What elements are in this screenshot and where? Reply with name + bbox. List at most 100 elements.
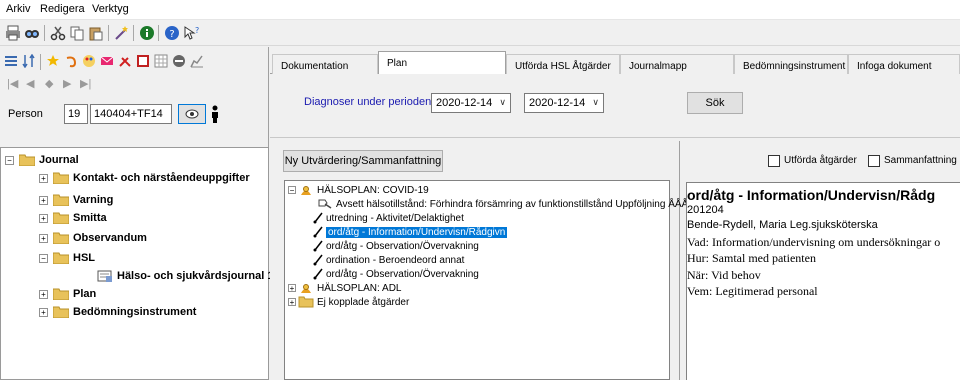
prev-record-icon[interactable]: ◀ [26, 77, 34, 90]
plan-node-adl[interactable]: + HÄLSOPLAN: ADL [288, 281, 401, 295]
tree-label: Varning [73, 194, 114, 206]
detail-how: Hur: Samtal med patienten [687, 251, 816, 265]
tree-label: Journal [39, 154, 79, 166]
mail-icon[interactable] [100, 54, 114, 68]
tab-bedomningsinstrument[interactable]: Bedömningsinstrument [734, 54, 848, 74]
tree-label: Observandum [73, 232, 147, 244]
collapse-icon[interactable]: − [39, 253, 48, 263]
print-icon[interactable] [5, 25, 21, 41]
collapse-icon[interactable]: − [288, 186, 296, 195]
chart-icon[interactable] [190, 54, 204, 68]
chevron-down-icon: ∨ [592, 97, 599, 107]
svg-text:?: ? [169, 29, 174, 40]
tree-label: Bedömningsinstrument [73, 306, 197, 318]
palette-icon[interactable] [82, 54, 96, 68]
detail-date: 201204 [687, 204, 724, 216]
divider [270, 137, 960, 138]
tree-node-observandum[interactable]: + Observandum [39, 230, 147, 246]
pen-icon [313, 212, 323, 224]
expand-icon[interactable]: + [39, 307, 48, 317]
info-icon[interactable] [139, 25, 155, 41]
pen-icon [313, 226, 323, 238]
tools-icon[interactable] [118, 54, 132, 68]
plan-action-3[interactable]: ord/åtg - Observation/Övervakning [313, 239, 479, 253]
tree-node-infection[interactable]: + Smitta [39, 210, 107, 226]
paste-icon[interactable] [88, 25, 104, 41]
plan-label: HÄLSOPLAN: ADL [317, 282, 402, 294]
date-to-select[interactable]: 2020-12-14 ∨ [524, 93, 604, 113]
folder-icon [53, 306, 69, 318]
copy-icon[interactable] [69, 25, 85, 41]
tab-utforda-hsl[interactable]: Utförda HSL Åtgärder [506, 54, 620, 74]
star-icon[interactable] [46, 54, 60, 68]
person-lookup-button[interactable] [178, 104, 206, 124]
plan-node-unlinked[interactable]: + Ej kopplade åtgärder [288, 295, 409, 309]
folder-icon [53, 252, 69, 264]
grid-icon[interactable] [154, 54, 168, 68]
expand-icon[interactable]: + [39, 213, 48, 223]
person-number-field[interactable]: 19 [64, 104, 88, 124]
first-record-icon[interactable]: |◀ [7, 77, 18, 90]
list-icon[interactable] [4, 54, 18, 68]
tree-node-warning[interactable]: + Varning [39, 192, 113, 208]
undo-icon[interactable] [64, 54, 78, 68]
action-label: ord/åtg - Observation/Övervakning [326, 268, 479, 280]
plan-action-5[interactable]: ord/åtg - Observation/Övervakning [313, 267, 479, 281]
summary-checkbox[interactable] [868, 155, 880, 167]
tab-dokumentation[interactable]: Dokumentation [272, 54, 378, 74]
expand-icon[interactable]: + [288, 284, 296, 293]
detail-when: När: Vid behov [687, 268, 761, 282]
toolbar-separator [44, 25, 45, 41]
person-icon [212, 105, 218, 123]
plan-node-covid[interactable]: − HÄLSOPLAN: COVID-19 [288, 183, 429, 197]
pen-icon [313, 268, 323, 280]
search-button[interactable]: Sök [687, 92, 743, 114]
tree-node-contacts[interactable]: + Kontakt- och närståendeuppgifter [39, 170, 250, 186]
form-icon[interactable] [136, 54, 150, 68]
plan-action-4[interactable]: ordination - Beroendeord annat [313, 253, 464, 267]
tree-node-journal[interactable]: − Journal [5, 152, 79, 168]
detail-what: Vad: Information/undervisning om undersö… [687, 235, 941, 249]
plan-goal[interactable]: Avsett hälsotillstånd: Förhindra försämr… [317, 197, 691, 211]
tab-journalmapp[interactable]: Journalmapp [620, 54, 734, 74]
sort-icon[interactable] [22, 54, 36, 68]
find-icon[interactable] [24, 25, 40, 41]
plan-action-1[interactable]: utredning - Aktivitet/Delaktighet [313, 211, 464, 225]
goal-label: Avsett hälsotillstånd: Förhindra försämr… [336, 198, 691, 210]
whats-this-icon[interactable]: ? [183, 25, 199, 41]
plan-action-2[interactable]: ord/åtg - Information/Undervisn/Rådgivn [313, 225, 508, 239]
separator [40, 54, 41, 70]
tree-node-assessment[interactable]: + Bedömningsinstrument [39, 304, 196, 320]
document-icon [97, 270, 112, 282]
next-record-icon[interactable]: ▶ [63, 77, 71, 90]
cut-icon[interactable] [50, 25, 66, 41]
collapse-icon[interactable]: − [5, 155, 14, 165]
last-record-icon[interactable]: ▶| [80, 77, 91, 90]
goal-icon [318, 199, 332, 209]
tab-infoga-dokument[interactable]: Infoga dokument [848, 54, 960, 74]
toolbar: ? ? [0, 20, 960, 46]
person-id-field[interactable]: 140404+TF14 [90, 104, 172, 124]
expand-icon[interactable]: + [39, 195, 48, 205]
tree-node-plan[interactable]: + Plan [39, 286, 96, 302]
expand-icon[interactable]: + [288, 298, 296, 307]
menu-redigera[interactable]: Redigera [40, 3, 85, 15]
done-actions-checkbox[interactable] [768, 155, 780, 167]
folder-icon [19, 154, 35, 166]
expand-icon[interactable]: + [39, 289, 48, 299]
expand-icon[interactable]: + [39, 173, 48, 183]
wand-icon[interactable] [114, 25, 130, 41]
tree-label: Plan [73, 288, 97, 300]
date-from-select[interactable]: 2020-12-14 ∨ [431, 93, 511, 113]
block-icon[interactable] [172, 54, 186, 68]
detail-author: Bende-Rydell, Maria Leg.sjuksköterska [687, 219, 878, 231]
help-icon[interactable]: ? [164, 25, 180, 41]
tree-label: Kontakt- och närståendeuppgifter [73, 172, 250, 184]
menu-arkiv[interactable]: Arkiv [6, 3, 30, 15]
menu-verktyg[interactable]: Verktyg [92, 3, 129, 15]
expand-icon[interactable]: + [39, 233, 48, 243]
left-top-panel: |◀ ◀ ◆ ▶ ▶| Person 19 140404+TF14 [0, 47, 269, 147]
action-label: ordination - Beroendeord annat [326, 254, 465, 266]
tree-node-hsl[interactable]: − HSL [39, 250, 95, 266]
tab-plan[interactable]: Plan [378, 51, 506, 75]
